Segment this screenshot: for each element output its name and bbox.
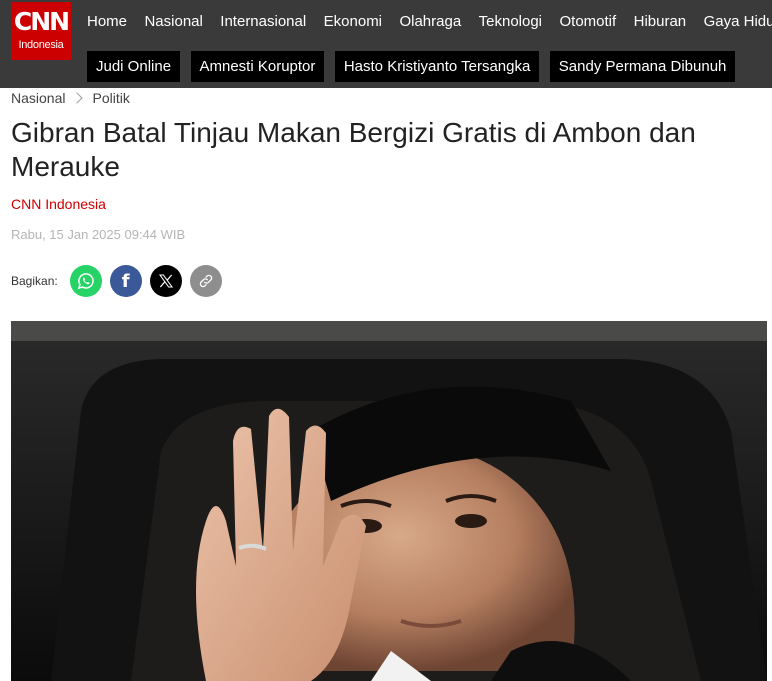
nav-item-teknologi[interactable]: Teknologi [479,13,542,30]
cnn-indonesia-logo[interactable]: CNN Indonesia [11,2,71,60]
breadcrumb: Nasional Politik [11,89,130,107]
nav-item-internasional[interactable]: Internasional [220,13,306,30]
whatsapp-share-button[interactable] [69,265,102,297]
main-navigation: Home Nasional Internasional Ekonomi Olah… [87,12,772,32]
breadcrumb-subsection[interactable]: Politik [92,90,129,106]
nav-item-gaya-hidup[interactable]: Gaya Hidup [704,13,772,30]
trending-tags: Judi Online Amnesti Koruptor Hasto Krist… [87,51,772,82]
trending-tag-sandy-permana[interactable]: Sandy Permana Dibunuh [549,51,736,82]
chevron-right-icon [71,92,84,104]
copy-link-button[interactable] [189,265,222,297]
nav-item-hiburan[interactable]: Hiburan [634,13,687,30]
share-bar: Bagikan: f [11,265,230,297]
logo-subtitle: Indonesia [18,39,64,51]
hero-photo-illustration [11,321,767,681]
logo-text: CNN [13,7,70,36]
x-share-button[interactable] [149,265,182,297]
breadcrumb-section[interactable]: Nasional [11,90,65,106]
x-icon [158,274,173,288]
whatsapp-icon [77,273,94,290]
link-icon [199,274,212,288]
nav-item-nasional[interactable]: Nasional [144,13,202,30]
nav-item-otomotif[interactable]: Otomotif [559,13,616,30]
article-hero-image[interactable] [11,321,767,681]
share-label: Bagikan: [11,274,58,288]
trending-tag-judi-online[interactable]: Judi Online [87,51,181,82]
trending-tag-amnesti-koruptor[interactable]: Amnesti Koruptor [190,51,325,82]
nav-item-home[interactable]: Home [87,13,127,30]
facebook-share-button[interactable]: f [109,265,142,297]
site-header: CNN Indonesia Home Nasional Internasiona… [0,0,772,88]
article-title: Gibran Batal Tinjau Makan Bergizi Gratis… [11,117,696,182]
article-date: Rabu, 15 Jan 2025 09:44 WIB [11,227,186,242]
nav-item-olahraga[interactable]: Olahraga [399,13,461,30]
trending-tag-hasto[interactable]: Hasto Kristiyanto Tersangka [334,51,540,82]
nav-item-ekonomi[interactable]: Ekonomi [324,13,382,30]
facebook-icon: f [121,270,130,292]
article-author[interactable]: CNN Indonesia [11,196,106,212]
